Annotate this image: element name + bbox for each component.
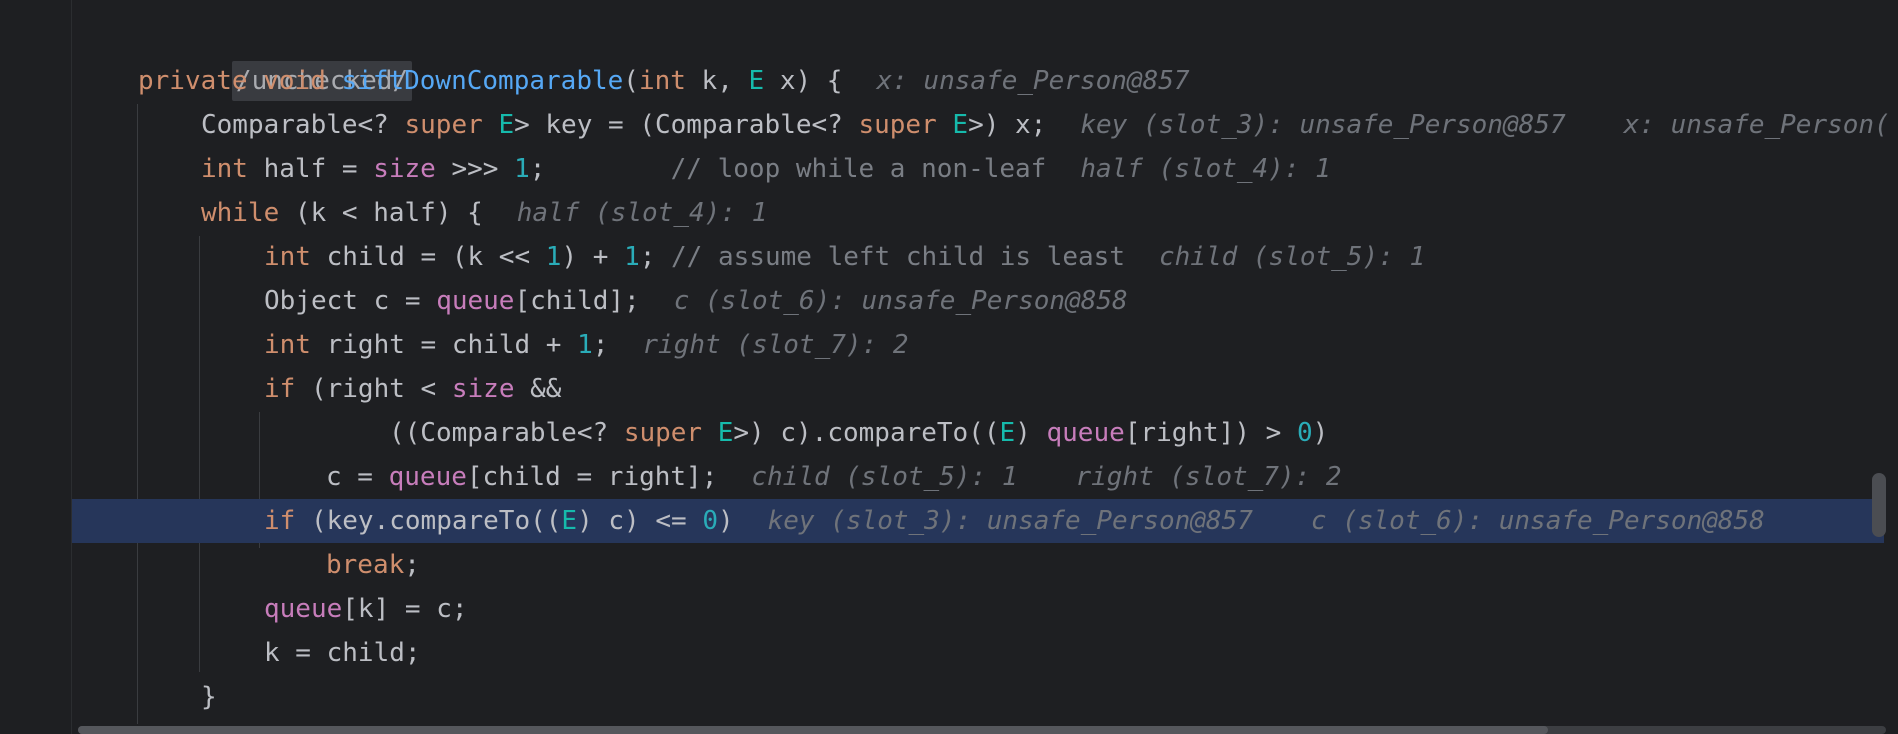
code-text: (key.compareTo(( [295,506,562,536]
code-text: ; [529,154,546,184]
code-text: [right]) > [1124,418,1297,448]
inlay-hint: c (slot_6): unsafe_Person@858 [673,286,1128,316]
code-text: >>> [435,154,515,184]
type-parameter: E [561,506,578,536]
keyword: super [404,110,483,140]
keyword: while [201,198,280,228]
code-line[interactable]: break; [0,543,1884,587]
code-line[interactable]: /unchecked/ [0,15,1884,101]
keyword: int [201,154,248,184]
inlay-hint: half (slot_4): 1 [516,198,768,228]
code-text: k, [685,66,749,96]
inlay-hint: key (slot_3): unsafe_Person@857 [1080,110,1566,140]
inlay-hint: c (slot_6): unsafe_Person@858 [1310,506,1765,536]
code-text: ) [1015,418,1047,448]
number-literal: 1 [545,242,562,272]
code-text: [child]; [514,286,640,316]
keyword: super [858,110,937,140]
code-text: ; [639,242,656,272]
code-text: ( [623,66,639,96]
code-text: ((Comparable<? [389,418,624,448]
keyword: int [264,242,311,272]
field: queue [1046,418,1125,448]
code-editor[interactable]: /unchecked/ private void siftDownCompara… [0,0,1898,734]
code-text: child = (k << [310,242,546,272]
code-text: && [514,374,562,404]
inlay-hint: child (slot_5): 1 [1158,242,1426,272]
keyword: break [326,550,405,580]
code-text: [k] = c; [342,594,468,624]
field: size [451,374,515,404]
code-line[interactable]: private void siftDownComparable(int k, E… [0,59,1884,103]
code-line[interactable]: queue[k] = c; [0,587,1884,631]
code-text: x) { [764,66,843,96]
code-text: >) c).compareTo(( [733,418,1000,448]
code-text: > key = (Comparable<? [514,110,859,140]
inlay-hint: half (slot_4): 1 [1080,154,1331,184]
keyword: private [138,66,248,96]
code-line[interactable]: } [0,675,1884,719]
code-line[interactable]: while (k < half) { half (slot_4): 1 [0,191,1884,235]
code-line[interactable]: int right = child + 1; right (slot_7): 2 [0,323,1884,367]
field: queue [388,462,467,492]
keyword: super [623,418,703,448]
code-line[interactable]: c = queue[child = right]; child (slot_5):… [0,455,1884,499]
inlay-hint: right (slot_7): 2 [642,330,909,360]
code-text: >) x; [968,110,1047,140]
code-text: Comparable<? [201,110,405,140]
code-text: [child = right]; [466,462,718,492]
code-line[interactable]: Object c = queue[child]; c (slot_6): unsa… [0,279,1884,323]
field: queue [436,286,515,316]
code-text: half = [247,154,374,184]
code-text: ; [592,330,609,360]
keyword: int [638,66,686,96]
code-text: Object c = [264,286,437,316]
code-text: ) [1312,418,1329,448]
field: queue [264,594,343,624]
code-line[interactable]: int half = size >>> 1; // loop while a n… [0,147,1884,191]
code-line[interactable]: int child = (k << 1) + 1; // assume left… [0,235,1884,279]
code-text: ) c) <= [577,506,703,536]
horizontal-scrollbar-thumb[interactable] [78,726,1548,734]
keyword: int [264,330,311,360]
current-line-highlight[interactable]: if (key.compareTo((E) c) <= 0) key (slot_… [72,499,1884,543]
code-text: k = child; [264,638,421,668]
method-name: siftDownComparable [341,66,624,96]
inlay-hint: child (slot_5): 1 [751,462,1018,492]
field: size [373,154,436,184]
inlay-hint: x: unsafe_Person( [1623,110,1890,140]
number-literal: 1 [624,242,640,272]
type-parameter: E [952,110,969,140]
code-line[interactable]: if (right < size && [0,367,1884,411]
comment: // assume left child is least [671,242,1125,272]
code-text: right = child + [310,330,578,360]
code-line[interactable]: ((Comparable<? super E>) c).compareTo((E… [0,411,1884,455]
inlay-hint: key (slot_3): unsafe_Person@857 [767,506,1253,536]
inlay-hint: x: unsafe_Person@857 [876,66,1190,96]
code-text: } [201,682,217,712]
number-literal: 1 [577,330,593,360]
keyword: if [264,374,296,404]
code-text: (k < half) { [279,198,483,228]
number-literal: 0 [1296,418,1313,448]
code-text: ) + [561,242,625,272]
number-literal: 0 [702,506,718,536]
number-literal: 1 [514,154,530,184]
code-text: c = [326,462,389,492]
keyword: void [263,66,326,96]
code-line[interactable]: k = child; [0,631,1884,675]
code-text: ) [717,506,734,536]
keyword: if [264,506,296,536]
code-line[interactable]: Comparable<? super E> key = (Comparable<… [0,103,1890,147]
type-parameter: E [748,66,765,96]
type-parameter: E [498,110,515,140]
inlay-hint: right (slot_7): 2 [1075,462,1342,492]
type-parameter: E [999,418,1016,448]
code-text: ; [404,550,420,580]
code-text: (right < [295,374,452,404]
type-parameter: E [717,418,734,448]
comment: // loop while a non-leaf [670,154,1047,184]
vertical-scrollbar[interactable] [1872,473,1886,537]
